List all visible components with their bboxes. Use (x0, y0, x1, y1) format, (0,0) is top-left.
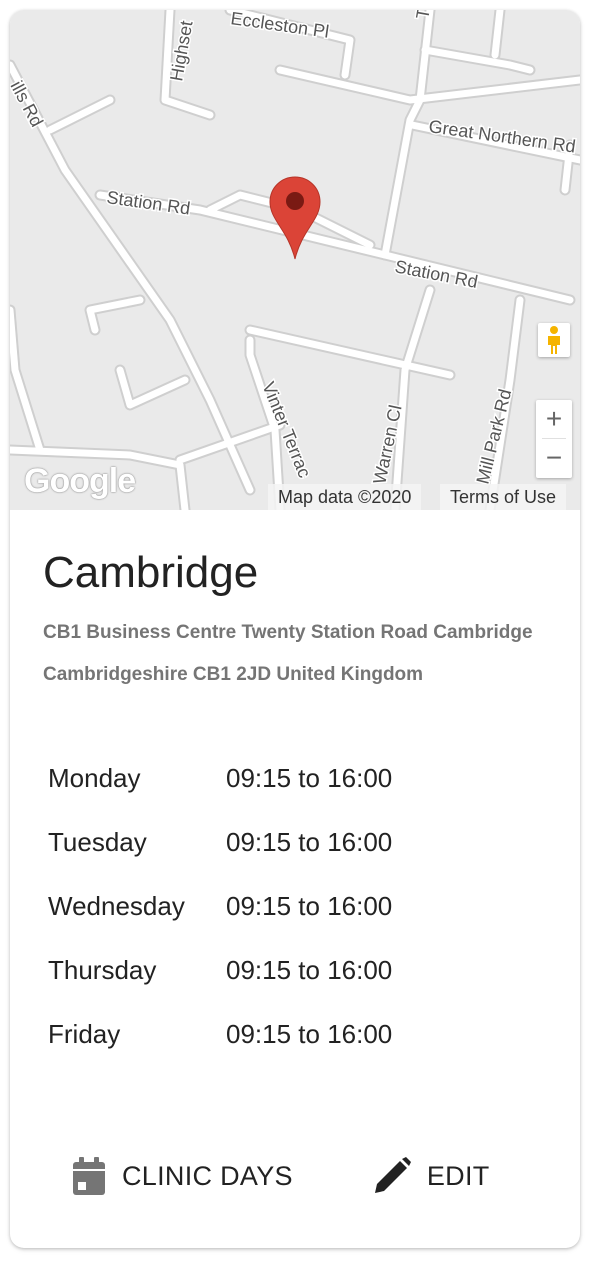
calendar-icon (73, 1157, 105, 1195)
zoom-out-button[interactable]: − (536, 439, 572, 477)
hours-time: 09:15 to 16:00 (226, 890, 393, 921)
hours-row: Monday 09:15 to 16:00 (48, 746, 392, 810)
card-actions: CLINIC DAYS EDIT (72, 1156, 490, 1196)
road-label-station-right: Station Rd (393, 256, 479, 292)
location-title: Cambridge (43, 548, 259, 597)
hours-time: 09:15 to 16:00 (226, 762, 393, 793)
location-card: Eccleston Pl Highset ills Rd Great North… (10, 10, 580, 1248)
clinic-days-button[interactable]: CLINIC DAYS (72, 1156, 293, 1196)
opening-hours: Monday 09:15 to 16:00 Tuesday 09:15 to 1… (48, 746, 392, 1066)
road-label-hills-rd: ills Rd (10, 77, 47, 130)
clinic-days-label: CLINIC DAYS (122, 1160, 293, 1191)
hours-row: Tuesday 09:15 to 16:00 (48, 810, 392, 874)
road-label-top: T (412, 10, 434, 21)
road-label-great-northern: Great Northern Rd (427, 116, 576, 156)
zoom-in-button[interactable]: + (536, 400, 572, 438)
map-attribution: Map data ©2020 (268, 484, 422, 510)
edit-label: EDIT (426, 1160, 490, 1191)
hours-day: Friday (48, 1018, 121, 1049)
hours-time: 09:15 to 16:00 (226, 826, 393, 857)
road-label-station-left: Station Rd (105, 187, 191, 219)
google-logo: Google (24, 462, 136, 500)
road-label-mill-park: Mill Park Rd (472, 387, 515, 486)
hours-day: Monday (48, 762, 141, 793)
road-label-eccleston: Eccleston Pl (229, 10, 330, 42)
edit-button[interactable]: EDIT (373, 1157, 490, 1195)
hours-row: Friday 09:15 to 16:00 (48, 1002, 392, 1066)
hours-day: Wednesday (48, 890, 185, 921)
pencil-icon (374, 1157, 411, 1193)
hours-time: 09:15 to 16:00 (226, 1018, 393, 1049)
zoom-control: + − (536, 400, 572, 478)
terms-of-use-link[interactable]: Terms of Use (440, 484, 567, 510)
hours-time: 09:15 to 16:00 (226, 954, 393, 985)
location-marker-icon[interactable] (268, 175, 322, 266)
hours-day: Thursday (48, 954, 157, 985)
hours-row: Thursday 09:15 to 16:00 (48, 938, 392, 1002)
map[interactable]: Eccleston Pl Highset ills Rd Great North… (10, 10, 580, 510)
pegman-icon[interactable] (538, 323, 570, 357)
location-address: CB1 Business Centre Twenty Station Road … (43, 622, 533, 685)
hours-day: Tuesday (48, 826, 147, 857)
hours-row: Wednesday 09:15 to 16:00 (48, 874, 392, 938)
